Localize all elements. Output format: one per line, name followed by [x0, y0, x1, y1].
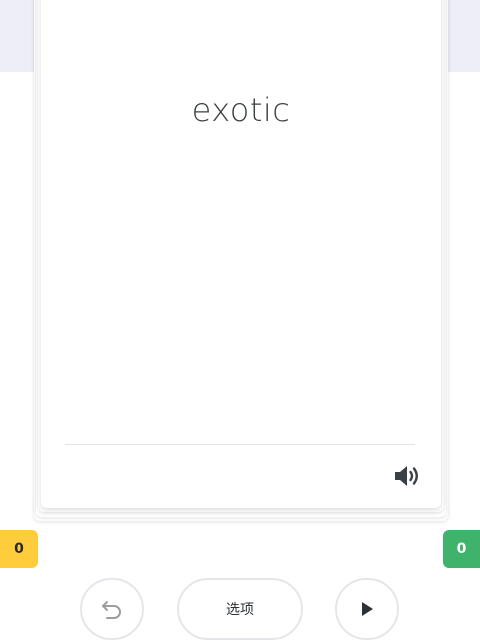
play-icon	[362, 602, 373, 616]
still-learning-count: 0	[0, 530, 38, 568]
flashcard-term: exotic	[191, 91, 291, 129]
flashcard[interactable]: exotic	[41, 0, 441, 508]
options-button[interactable]: 选项	[177, 578, 303, 640]
undo-button[interactable]	[80, 578, 144, 640]
play-button[interactable]	[335, 578, 399, 640]
options-button-label: 选项	[226, 602, 254, 618]
undo-arrow-icon	[102, 601, 121, 619]
audio-button[interactable]	[391, 462, 425, 490]
speaker-volume-icon	[395, 466, 418, 486]
card-divider	[65, 444, 415, 445]
know-count: 0	[443, 530, 480, 568]
